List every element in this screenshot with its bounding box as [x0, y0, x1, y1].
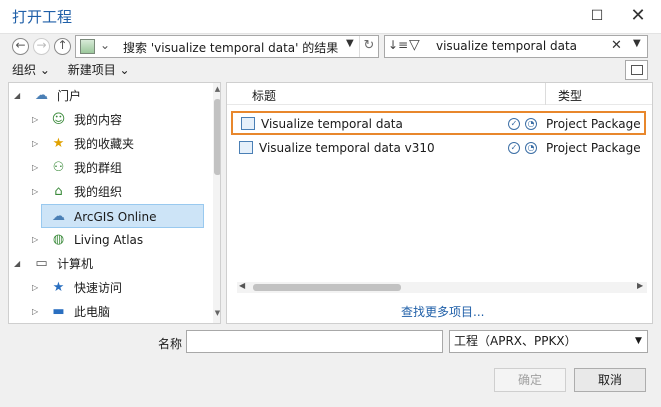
tree-item-favorites[interactable]: ▷ ★ 我的收藏夹: [9, 132, 204, 156]
tree-item-this-pc[interactable]: ▷ ▬ 此电脑: [9, 300, 204, 323]
clear-icon[interactable]: ✕: [611, 38, 622, 53]
tree-scrollbar[interactable]: ▲ ▼: [213, 83, 220, 323]
close-button[interactable]: ✕: [620, 0, 656, 34]
expand-arrow-icon[interactable]: ▷: [32, 276, 38, 300]
tree-item-label: 门户: [57, 89, 82, 103]
check-icon: ✓: [508, 142, 520, 154]
item-name: Visualize temporal data v310: [259, 141, 435, 155]
scroll-up-icon[interactable]: ▲: [213, 85, 220, 93]
column-title[interactable]: 标题: [252, 87, 276, 104]
name-field[interactable]: [186, 330, 443, 353]
tree-item-label: 快速访问: [74, 281, 123, 295]
list-item[interactable]: Visualize temporal data v310 ✓ ◔ Project…: [231, 137, 646, 161]
expand-arrow-icon[interactable]: ▷: [32, 300, 38, 323]
address-dropdown-icon[interactable]: ▼: [346, 38, 354, 49]
collapse-arrow-icon[interactable]: ◢: [14, 84, 20, 108]
view-toggle-button[interactable]: [625, 60, 648, 80]
item-name: Visualize temporal data: [261, 117, 403, 131]
chevron-down-icon[interactable]: ⌄: [100, 38, 110, 52]
group-icon: ⚇: [52, 160, 65, 175]
expand-arrow-icon[interactable]: ▷: [32, 108, 38, 132]
pin-icon: ★: [52, 280, 65, 295]
tree-item-computer[interactable]: ◢ ▭ 计算机: [9, 252, 204, 276]
organize-menu[interactable]: 组织 ⌄: [12, 63, 50, 77]
person-icon: ☺: [51, 112, 66, 127]
tree-item-arcgis-online[interactable]: ☁ ArcGIS Online: [41, 204, 204, 228]
navigation-tree[interactable]: ◢ ☁ 门户 ▷ ☺ 我的内容 ▷ ★ 我的收藏夹 ▷ ⚇ 我的群组 ▷ ⌂ 我…: [8, 82, 221, 324]
expand-arrow-icon[interactable]: ▷: [32, 180, 38, 204]
title-bar: 打开工程 ☐ ✕: [0, 0, 661, 34]
tree-item-label: 计算机: [57, 257, 94, 271]
ok-button[interactable]: 确定: [494, 368, 566, 392]
search-dropdown-icon[interactable]: ▼: [633, 38, 641, 49]
filetype-select[interactable]: 工程（APRX、PPKX） ▼: [449, 330, 648, 353]
tree-item-organization[interactable]: ▷ ⌂ 我的组织: [9, 180, 204, 204]
cancel-button[interactable]: 取消: [574, 368, 646, 392]
scroll-down-icon[interactable]: ▼: [213, 309, 220, 317]
tree-item-living-atlas[interactable]: ▷ ◍ Living Atlas: [9, 228, 204, 252]
up-icon[interactable]: ↑: [54, 38, 71, 55]
layout-icon: [631, 65, 643, 75]
back-icon[interactable]: ←: [12, 38, 29, 55]
cloud-icon: ☁: [52, 209, 65, 224]
tree-item-label: ArcGIS Online: [74, 210, 157, 224]
collapse-arrow-icon[interactable]: ◢: [14, 252, 20, 276]
maximize-button[interactable]: ☐: [579, 0, 615, 34]
scroll-thumb[interactable]: [253, 284, 401, 291]
address-bar[interactable]: ⌄ 搜索 'visualize temporal data' 的结果 ▼ ↻: [75, 35, 379, 58]
tree-item-label: 我的内容: [74, 113, 123, 127]
tree-item-quick-access[interactable]: ▷ ★ 快速访问: [9, 276, 204, 300]
check-icon: ✓: [508, 118, 520, 130]
scroll-left-icon[interactable]: ◀: [239, 281, 245, 290]
computer-icon: ▭: [35, 256, 48, 271]
chevron-down-icon[interactable]: ▼: [635, 331, 642, 352]
address-path: 搜索 'visualize temporal data' 的结果: [123, 41, 339, 55]
project-package-icon: [241, 117, 255, 130]
search-input[interactable]: visualize temporal data: [436, 39, 577, 53]
tree-item-portal[interactable]: ◢ ☁ 门户: [9, 84, 204, 108]
item-type: Project Package: [546, 141, 641, 155]
scroll-thumb[interactable]: [214, 99, 220, 175]
new-item-menu[interactable]: 新建项目 ⌄: [68, 63, 130, 77]
filetype-value: 工程（APRX、PPKX）: [454, 334, 577, 348]
tree-item-label: 我的收藏夹: [74, 137, 135, 151]
column-divider[interactable]: [545, 83, 546, 105]
list-item[interactable]: Visualize temporal data ✓ ◔ Project Pack…: [231, 111, 646, 135]
location-icon: [80, 39, 95, 54]
scroll-right-icon[interactable]: ▶: [637, 281, 643, 290]
tree-item-groups[interactable]: ▷ ⚇ 我的群组: [9, 156, 204, 180]
find-more-link[interactable]: 查找更多项目...: [401, 303, 484, 320]
monitor-icon: ▬: [52, 304, 65, 319]
column-type[interactable]: 类型: [558, 87, 582, 104]
window-title: 打开工程: [12, 8, 73, 26]
filter-icon[interactable]: ▽: [409, 37, 420, 53]
tree-item-label: 此电脑: [74, 305, 111, 319]
sort-icon[interactable]: ↓≡: [388, 38, 408, 52]
forward-icon[interactable]: →: [33, 38, 50, 55]
tree-item-label: 我的群组: [74, 161, 123, 175]
search-box[interactable]: ↓≡ ▽ visualize temporal data ✕ ▼: [384, 35, 648, 58]
tree-item-label: Living Atlas: [74, 233, 144, 247]
cloud-icon: ☁: [35, 88, 48, 103]
expand-arrow-icon[interactable]: ▷: [32, 228, 38, 252]
expand-arrow-icon[interactable]: ▷: [32, 156, 38, 180]
expand-arrow-icon[interactable]: ▷: [32, 132, 38, 156]
results-list[interactable]: 标题 类型 Visualize temporal data ✓ ◔ Projec…: [226, 82, 653, 324]
globe-icon: ◍: [52, 232, 65, 247]
star-icon: ★: [52, 136, 65, 151]
tree-item-label: 我的组织: [74, 185, 123, 199]
project-package-icon: [239, 141, 253, 154]
toolbar: 组织 ⌄ 新建项目 ⌄: [12, 61, 144, 78]
column-header: 标题 类型: [227, 83, 652, 105]
tree-item-my-content[interactable]: ▷ ☺ 我的内容: [9, 108, 204, 132]
name-label: 名称: [158, 337, 183, 351]
item-type: Project Package: [546, 117, 641, 131]
clock-icon: ◔: [525, 142, 537, 154]
refresh-icon[interactable]: ↻: [359, 36, 378, 57]
clock-icon: ◔: [525, 118, 537, 130]
org-icon: ⌂: [54, 184, 63, 199]
list-horizontal-scrollbar[interactable]: ◀ ▶: [237, 281, 647, 293]
